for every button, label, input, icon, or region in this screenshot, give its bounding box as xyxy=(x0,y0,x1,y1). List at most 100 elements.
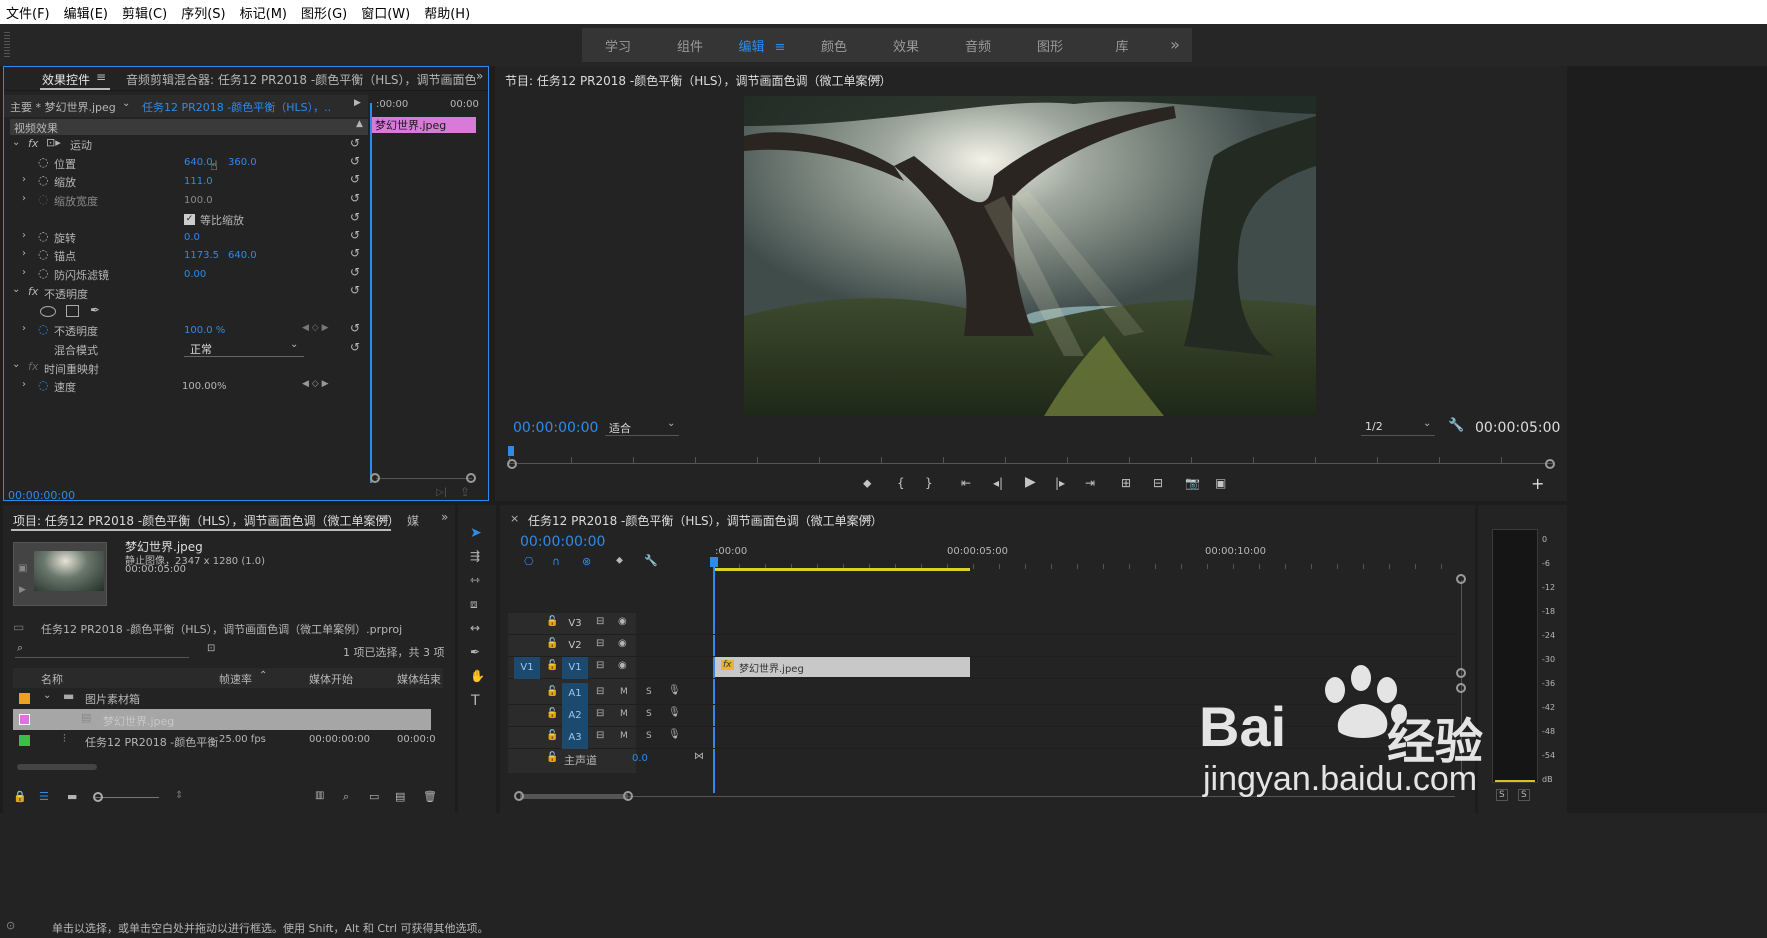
timeline-playhead-head[interactable] xyxy=(710,557,718,567)
find-icon[interactable]: ⌕ xyxy=(343,790,349,804)
pen-mask-icon[interactable]: ✒ xyxy=(90,303,100,317)
pen-icon[interactable]: ✒ xyxy=(470,645,480,659)
step-back-icon[interactable]: ◂| xyxy=(993,476,1003,490)
stopwatch-icon[interactable]: ◌ xyxy=(38,229,48,243)
project-search-input[interactable]: ⌕ xyxy=(15,641,189,658)
microphone-icon[interactable]: 🎙 xyxy=(668,685,681,696)
snap-icon[interactable]: ∩ xyxy=(552,555,560,568)
fit-select[interactable]: 适合 ⌄ xyxy=(605,418,679,436)
mini-timeline-clip[interactable]: 梦幻世界.jpeg xyxy=(372,117,476,133)
track-target-v1[interactable]: V1 xyxy=(562,657,588,679)
rectangle-mask-icon[interactable] xyxy=(66,305,79,317)
chevron-right-icon[interactable]: › xyxy=(22,379,26,390)
filter-icon[interactable]: ▷| xyxy=(436,487,447,498)
reset-icon[interactable]: ↺ xyxy=(350,191,360,205)
sequence-clip-link[interactable]: 任务12 PR2018 -颜色平衡（HLS），.. xyxy=(142,99,331,115)
horizontal-scrollbar[interactable] xyxy=(17,764,97,770)
new-item-icon[interactable]: ▤ xyxy=(395,790,405,803)
go-to-end-icon[interactable]: ⋈ xyxy=(694,751,704,762)
stopwatch-active-icon[interactable]: ◌ xyxy=(38,378,48,392)
chevron-right-icon[interactable]: › xyxy=(22,267,26,278)
zoom-handle-left[interactable] xyxy=(514,791,524,801)
menu-help[interactable]: 帮助(H) xyxy=(424,3,470,22)
double-chevron-right-icon[interactable]: » xyxy=(476,69,483,83)
chevron-right-icon[interactable]: › xyxy=(22,248,26,259)
go-to-out-icon[interactable]: ⇥ xyxy=(1085,476,1095,490)
program-ruler[interactable] xyxy=(509,446,1553,464)
hand-icon[interactable]: ✋ xyxy=(470,669,485,683)
list-view-icon[interactable]: ☰ xyxy=(39,790,49,803)
eye-icon[interactable]: ◉ xyxy=(618,660,627,671)
video-frame[interactable] xyxy=(744,96,1316,416)
panel-menu-icon[interactable]: ≡ xyxy=(862,511,872,525)
double-chevron-right-icon[interactable]: » xyxy=(441,510,448,524)
menu-edit[interactable]: 编辑(E) xyxy=(64,3,108,22)
flicker-value[interactable]: 0.00 xyxy=(184,269,206,280)
lock-icon[interactable]: 🔓 xyxy=(546,638,558,649)
solo-button[interactable]: S xyxy=(646,731,652,741)
mute-button[interactable]: M xyxy=(620,687,628,697)
program-monitor-title[interactable]: 节目: 任务12 PR2018 -颜色平衡（HLS），调节画面色调（微工单案例） xyxy=(505,72,892,89)
mute-button[interactable]: M xyxy=(620,731,628,741)
timeline-title[interactable]: 任务12 PR2018 -颜色平衡（HLS），调节画面色调（微工单案例） xyxy=(528,512,883,529)
column-media-end[interactable]: 媒体结束 xyxy=(397,671,441,687)
stopwatch-icon[interactable]: ◌ xyxy=(38,173,48,187)
extract-icon[interactable]: ⊟ xyxy=(1153,476,1163,490)
mute-button[interactable]: M xyxy=(620,709,628,719)
eye-icon[interactable]: ◉ xyxy=(618,638,627,649)
stopwatch-icon[interactable]: ◌ xyxy=(38,247,48,261)
column-media-start[interactable]: 媒体开始 xyxy=(309,671,353,687)
chevron-down-icon[interactable]: ⌄ xyxy=(43,690,51,701)
workspace-tab-graphics[interactable]: 图形 xyxy=(1014,36,1086,55)
transform-icon[interactable]: ⊡▸ xyxy=(46,136,61,149)
sort-icon[interactable]: ⇕ xyxy=(175,790,183,801)
tab-effect-controls[interactable]: 效果控件 xyxy=(42,71,90,88)
mini-scroll-track[interactable] xyxy=(376,478,472,479)
reset-icon[interactable]: ↺ xyxy=(350,136,360,150)
wrench-icon[interactable]: 🔧 xyxy=(644,554,658,567)
track-target-v2[interactable]: V2 xyxy=(562,635,588,657)
workspace-tab-editing[interactable]: 编辑 ≡ xyxy=(726,36,798,55)
table-row[interactable]: ⫶ 任务12 PR2018 -颜色平衡 25.00 fps 00:00:00:0… xyxy=(13,730,443,751)
mark-in-icon[interactable]: { xyxy=(897,476,905,490)
microphone-icon[interactable]: 🎙 xyxy=(668,707,681,718)
sort-ascending-icon[interactable]: ⌃ xyxy=(259,670,267,681)
zoom-handle-right[interactable] xyxy=(623,791,633,801)
razor-icon[interactable]: ⧈ xyxy=(470,597,478,612)
reset-icon[interactable]: ↺ xyxy=(350,210,360,224)
linked-selection-icon[interactable]: ⊗ xyxy=(582,555,591,568)
panel-menu-icon[interactable]: ≡ xyxy=(96,70,106,84)
camera-icon[interactable]: 📷 xyxy=(1185,476,1200,490)
track-target-a1[interactable]: A1 xyxy=(562,683,588,705)
master-track-value[interactable]: 0.0 xyxy=(632,753,648,764)
speed-value[interactable]: 100.00% xyxy=(182,381,227,392)
go-to-in-icon[interactable]: ⇤ xyxy=(961,476,971,490)
step-forward-icon[interactable]: |▸ xyxy=(1055,476,1065,490)
color-label[interactable] xyxy=(19,693,30,704)
lock-icon[interactable]: 🔓 xyxy=(546,686,558,697)
solo-right-button[interactable]: S xyxy=(1518,789,1530,801)
zoom-handle-right[interactable] xyxy=(1545,459,1555,469)
blend-mode-select[interactable]: 正常 ⌄ xyxy=(184,339,304,357)
add-button-icon[interactable]: + xyxy=(1531,474,1544,493)
sync-lock-icon[interactable]: ⊟ xyxy=(596,708,604,719)
chevron-down-icon[interactable]: ⌄ xyxy=(12,137,20,148)
anchor-x-value[interactable]: 1173.5 xyxy=(184,250,219,261)
chevron-down-icon[interactable]: ⌄ xyxy=(12,284,20,295)
double-chevron-right-icon[interactable]: » xyxy=(1158,28,1192,62)
timeline-zoom-bar[interactable] xyxy=(520,794,628,799)
scale-value[interactable]: 111.0 xyxy=(184,176,213,187)
scroll-handle-right[interactable] xyxy=(466,473,476,483)
icon-view-icon[interactable]: ▬ xyxy=(67,790,77,803)
microphone-icon[interactable]: 🎙 xyxy=(668,729,681,740)
play-triangle-icon[interactable]: ▶ xyxy=(19,585,26,595)
chevron-down-icon[interactable]: ⌄ xyxy=(12,359,20,370)
reset-icon[interactable]: ↺ xyxy=(350,228,360,242)
timeline-timecode[interactable]: 00:00:00:00 xyxy=(520,534,605,550)
add-marker-icon[interactable]: ⬥ xyxy=(616,555,623,566)
wrench-icon[interactable]: 🔧 xyxy=(1448,418,1464,433)
keyframe-nav-icon[interactable]: ◀ ◇ ▶ xyxy=(302,323,329,333)
ellipse-mask-icon[interactable] xyxy=(40,306,56,317)
sync-lock-icon[interactable]: ⊟ xyxy=(596,730,604,741)
effect-controls-timecode[interactable]: 00:00:00:00 xyxy=(8,489,75,502)
